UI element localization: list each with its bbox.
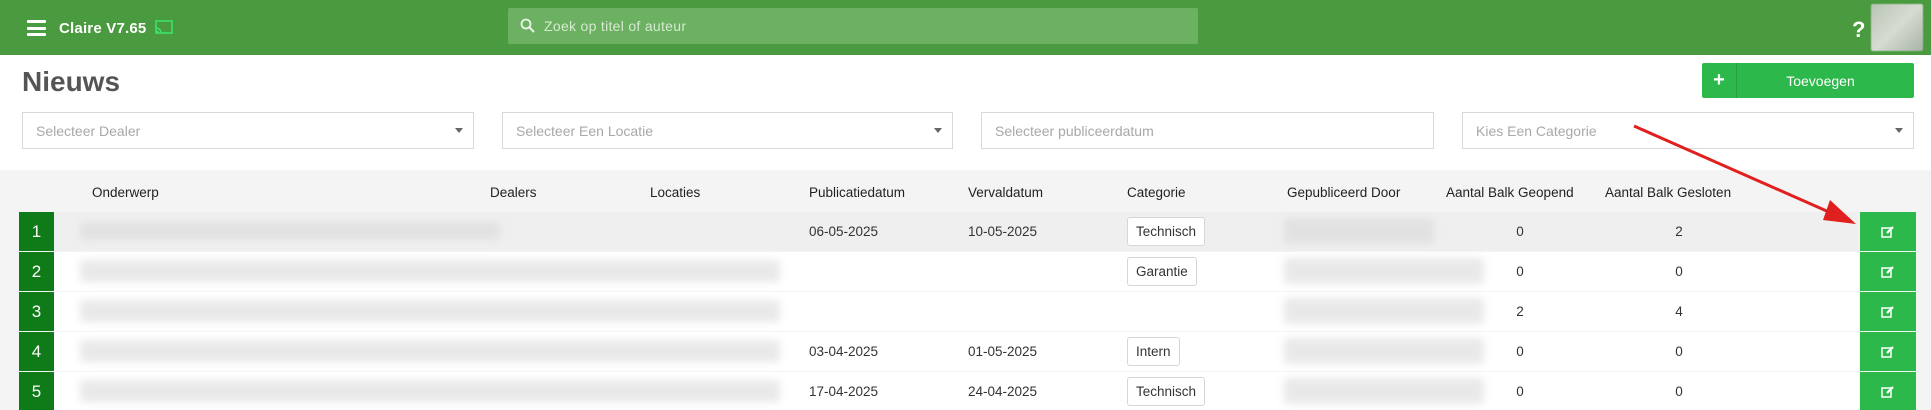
add-button-label: Toevoegen xyxy=(1786,72,1855,89)
redacted-onderwerp xyxy=(80,222,500,240)
table-row[interactable]: 5 17-04-2025 24-04-2025 Technisch 0 0 xyxy=(0,372,1931,410)
categorie-filter-placeholder: Kies Een Categorie xyxy=(1476,122,1597,139)
cell-geopend: 0 xyxy=(1516,344,1524,359)
redacted-author xyxy=(1284,338,1484,364)
edit-icon xyxy=(1881,306,1894,318)
cell-publicatiedatum: 17-04-2025 xyxy=(809,384,879,399)
row-number: 4 xyxy=(19,332,54,371)
row-number: 1 xyxy=(19,212,54,251)
cell-vervaldatum: 10-05-2025 xyxy=(968,224,1038,239)
cell-gesloten: 0 xyxy=(1675,264,1683,279)
annotation-arrow xyxy=(1633,124,1856,224)
cell-gesloten: 4 xyxy=(1675,304,1683,319)
hamburger-icon[interactable] xyxy=(27,20,46,36)
row-number: 5 xyxy=(19,372,54,410)
row-number: 3 xyxy=(19,292,54,331)
caret-down-icon xyxy=(1895,128,1903,133)
redacted-author xyxy=(1284,298,1484,324)
app-title: Claire V7.65 xyxy=(59,20,147,37)
edit-icon xyxy=(1881,266,1894,278)
search-input[interactable] xyxy=(544,8,1184,44)
cell-geopend: 2 xyxy=(1516,304,1524,319)
cell-publicatiedatum: 06-05-2025 xyxy=(809,224,879,239)
table-row[interactable]: 4 03-04-2025 01-05-2025 Intern 0 0 xyxy=(0,332,1931,372)
redacted-onderwerp xyxy=(80,340,780,362)
edit-icon xyxy=(1881,226,1894,238)
edit-icon xyxy=(1881,386,1894,398)
plus-icon: + xyxy=(1702,63,1737,98)
cell-vervaldatum: 01-05-2025 xyxy=(968,344,1038,359)
cell-vervaldatum: 24-04-2025 xyxy=(968,384,1038,399)
cell-geopend: 0 xyxy=(1516,224,1524,239)
cell-geopend: 0 xyxy=(1516,264,1524,279)
cell-geopend: 0 xyxy=(1516,384,1524,399)
edit-icon xyxy=(1881,346,1894,358)
col-dealers[interactable]: Dealers xyxy=(490,185,537,200)
dealer-filter-placeholder: Selecteer Dealer xyxy=(36,122,141,139)
redacted-author xyxy=(1284,218,1434,244)
col-onderwerp[interactable]: Onderwerp xyxy=(92,185,159,200)
edit-button[interactable] xyxy=(1860,332,1916,371)
redacted-onderwerp xyxy=(80,260,780,282)
table-row[interactable]: 2 Garantie 0 0 xyxy=(0,252,1931,292)
cell-gesloten: 0 xyxy=(1675,384,1683,399)
dealer-filter[interactable]: Selecteer Dealer xyxy=(22,112,474,149)
cast-icon[interactable] xyxy=(155,20,173,35)
redacted-onderwerp xyxy=(80,380,780,402)
search-icon xyxy=(520,18,535,33)
cell-publicatiedatum: 03-04-2025 xyxy=(809,344,879,359)
col-vervaldatum[interactable]: Vervaldatum xyxy=(968,185,1043,200)
cell-gesloten: 0 xyxy=(1675,344,1683,359)
caret-down-icon xyxy=(934,128,942,133)
publicatiedatum-filter[interactable]: Selecteer publiceerdatum xyxy=(981,112,1434,149)
help-icon[interactable]: ? xyxy=(1852,17,1865,43)
edit-button[interactable] xyxy=(1860,252,1916,291)
edit-button[interactable] xyxy=(1860,292,1916,331)
redacted-onderwerp xyxy=(80,300,780,322)
page-title: Nieuws xyxy=(22,66,121,97)
col-publicatiedatum[interactable]: Publicatiedatum xyxy=(809,185,905,200)
add-button[interactable]: + Toevoegen xyxy=(1702,63,1914,98)
locatie-filter-placeholder: Selecteer Een Locatie xyxy=(516,122,653,139)
col-locaties[interactable]: Locaties xyxy=(650,185,700,200)
redacted-author xyxy=(1284,258,1484,284)
publicatiedatum-filter-placeholder: Selecteer publiceerdatum xyxy=(995,122,1154,139)
locatie-filter[interactable]: Selecteer Een Locatie xyxy=(502,112,953,149)
table-row[interactable]: 3 2 4 xyxy=(0,292,1931,332)
row-number: 2 xyxy=(19,252,54,291)
redacted-author xyxy=(1284,378,1484,404)
col-gepubliceerd-door[interactable]: Gepubliceerd Door xyxy=(1287,185,1400,200)
edit-button[interactable] xyxy=(1860,212,1916,251)
edit-button[interactable] xyxy=(1860,372,1916,410)
search-box xyxy=(508,8,1198,44)
category-badge: Technisch xyxy=(1127,217,1206,246)
category-badge: Intern xyxy=(1127,337,1180,366)
col-aantal-balk-geopend[interactable]: Aantal Balk Geopend xyxy=(1446,185,1574,200)
top-bar: Claire V7.65 ? xyxy=(0,0,1931,55)
caret-down-icon xyxy=(455,128,463,133)
category-badge: Garantie xyxy=(1127,257,1197,286)
avatar[interactable] xyxy=(1871,4,1923,51)
col-categorie[interactable]: Categorie xyxy=(1127,185,1186,200)
category-badge: Technisch xyxy=(1127,377,1206,406)
